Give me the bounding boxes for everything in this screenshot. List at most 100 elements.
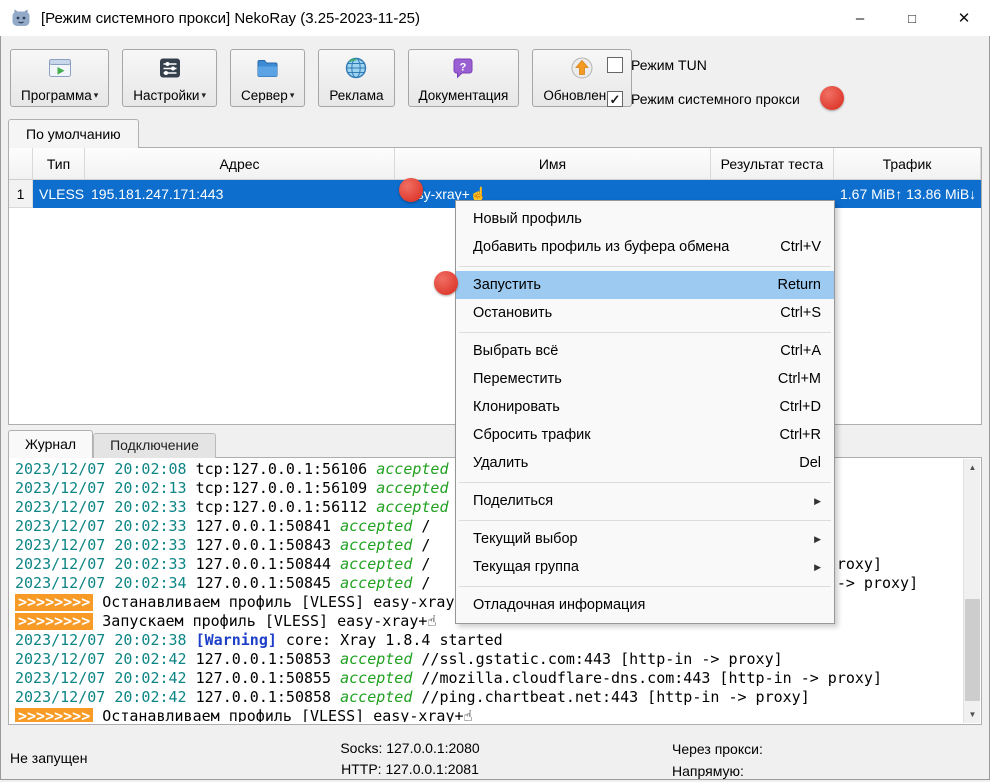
dropdown-arrow-icon: ▾	[290, 90, 295, 103]
log-segment-accepted: accepted	[340, 517, 412, 535]
menu-item-start[interactable]: Запустить Return	[456, 271, 834, 299]
menu-separator	[456, 581, 834, 591]
toolbar-button-docs[interactable]: ? Документация	[408, 49, 520, 107]
checkbox-system-proxy-mode[interactable]: ✓ Режим системного прокси	[607, 91, 800, 107]
log-segment-ts: 2023/12/07 20:02:42	[15, 650, 196, 668]
toolbar-button-server[interactable]: Сервер▾	[230, 49, 305, 107]
menu-item-delete[interactable]: УдалитьDel	[456, 449, 834, 477]
menu-item-label: Запустить	[473, 277, 541, 293]
toolbar-button-labelrow: Реклама	[329, 88, 383, 103]
log-segment-plain: /	[412, 555, 430, 573]
menu-item-label: Поделиться	[473, 493, 553, 509]
maximize-button[interactable]: □	[886, 0, 938, 36]
checkbox-box[interactable]: ✓	[607, 91, 623, 107]
menu-item-label: Сбросить трафик	[473, 427, 591, 443]
menu-shortcut: Ctrl+R	[780, 427, 822, 443]
toolbar-button-program[interactable]: Программа▾	[10, 49, 109, 107]
menu-item-label: Отладочная информация	[473, 597, 645, 613]
log-segment-plain: /	[412, 517, 430, 535]
menu-item-clone[interactable]: Клонировать Ctrl+D	[456, 393, 834, 421]
menu-item-move[interactable]: ПереместитьCtrl+M	[456, 365, 834, 393]
checkbox-box[interactable]	[607, 57, 623, 73]
menu-item-new-profile[interactable]: Новый профиль	[456, 205, 834, 233]
menu-separator	[456, 261, 834, 271]
log-segment-mark: >>>>>>>>	[15, 594, 93, 611]
log-segment-plain: tcp:127.0.0.1:56106	[196, 460, 377, 478]
column-header-name[interactable]: Имя	[395, 148, 711, 180]
toolbar-button-label: Реклама	[329, 88, 383, 103]
menu-shortcut: Ctrl+D	[780, 399, 822, 415]
log-segment-plain: Запускаем профиль [VLESS] easy-xray+☝	[93, 612, 436, 630]
status-via-proxy-label: Через прокси:	[672, 738, 763, 760]
menu-item-label: Удалить	[473, 455, 528, 471]
log-segment-plain: core: Xray 1.8.4 started	[277, 631, 503, 649]
menu-item-reset-traffic[interactable]: Сбросить трафик Ctrl+R	[456, 421, 834, 449]
checkbox-label: Режим системного прокси	[631, 91, 800, 107]
minimize-button[interactable]: –	[834, 0, 886, 36]
menu-shortcut: Ctrl+A	[780, 343, 821, 359]
program-icon	[47, 54, 73, 81]
log-segment-plain: 127.0.0.1:50853	[196, 650, 341, 668]
log-segment-ts: 2023/12/07 20:02:42	[15, 688, 196, 706]
table-header-row: ТипАдресИмяРезультат тестаТрафик	[9, 148, 981, 180]
submenu-arrow-icon: ▶	[814, 562, 821, 573]
menu-shortcut: Ctrl+V	[780, 239, 821, 255]
status-proxy-addresses: Socks: 127.0.0.1:2080 HTTP: 127.0.0.1:20…	[300, 738, 520, 780]
window-controls: – □ ✕	[834, 0, 990, 36]
log-segment-mark: >>>>>>>>	[15, 708, 93, 722]
log-segment-accepted: accepted	[340, 669, 412, 687]
log-line: 2023/12/07 20:02:42 127.0.0.1:50858 acce…	[15, 688, 960, 707]
svg-text:?: ?	[460, 61, 467, 73]
close-button[interactable]: ✕	[938, 0, 990, 36]
checkbox-tun-mode[interactable]: Режим TUN	[607, 57, 800, 73]
menu-item-current-selection[interactable]: Текущий выбор▶	[456, 525, 834, 553]
log-scrollbar[interactable]: ▲ ▼	[963, 459, 980, 723]
log-segment-plain: 127.0.0.1:50843	[196, 536, 341, 554]
log-segment-accepted: accepted	[376, 479, 448, 497]
tab-log[interactable]: Журнал	[8, 430, 93, 458]
log-segment-plain: 127.0.0.1:50845	[196, 574, 341, 592]
log-segment-plain: 127.0.0.1:50844	[196, 555, 341, 573]
menu-item-label: Переместить	[473, 371, 562, 387]
docs-icon: ?	[450, 54, 476, 81]
menu-shortcut: Return	[777, 277, 821, 293]
tab-connection[interactable]: Подключение	[93, 433, 216, 458]
column-header-traffic[interactable]: Трафик	[834, 148, 981, 180]
menu-item-label: Добавить профиль из буфера обмена	[473, 239, 729, 255]
column-header-address[interactable]: Адрес	[85, 148, 395, 180]
title-bar[interactable]: [Режим системного прокси] NekoRay (3.25-…	[0, 0, 990, 36]
menu-item-debug-info[interactable]: Отладочная информация	[456, 591, 834, 619]
menu-item-stop[interactable]: ОстановитьCtrl+S	[456, 299, 834, 327]
log-segment-plain: 127.0.0.1:50841	[196, 517, 341, 535]
menu-item-share[interactable]: Поделиться▶	[456, 487, 834, 515]
log-segment-plain: tcp:127.0.0.1:56112	[196, 498, 377, 516]
annotation-dot-menu-start	[434, 271, 458, 295]
log-segment-ts: 2023/12/07 20:02:42	[15, 669, 196, 687]
context-menu: Новый профиль Добавить профиль из буфера …	[455, 200, 835, 624]
menu-item-label: Текущий выбор	[473, 531, 578, 547]
toolbar-button-settings[interactable]: Настройки▾	[122, 49, 217, 107]
tab-default-group[interactable]: По умолчанию	[8, 119, 139, 148]
log-segment-ts: 2023/12/07 20:02:34	[15, 574, 196, 592]
menu-separator	[456, 515, 834, 525]
menu-item-label: Новый профиль	[473, 211, 582, 227]
menu-item-select-all[interactable]: Выбрать всёCtrl+A	[456, 337, 834, 365]
column-header-type[interactable]: Тип	[33, 148, 85, 180]
log-segment-accepted: accepted	[376, 498, 448, 516]
menu-item-label: Клонировать	[473, 399, 560, 415]
scroll-down-icon[interactable]: ▼	[964, 706, 981, 723]
log-segment-ts: 2023/12/07 20:02:33	[15, 536, 196, 554]
menu-item-add-profile-clipboard[interactable]: Добавить профиль из буфера обмена Ctrl+V	[456, 233, 834, 261]
scroll-up-icon[interactable]: ▲	[964, 459, 981, 476]
log-line: >>>>>>>> Останавливаем профиль [VLESS] e…	[15, 707, 960, 722]
toolbar-button-label: Документация	[419, 88, 509, 103]
settings-icon	[157, 54, 183, 81]
toolbar-button-label: Программа	[21, 88, 92, 103]
column-header-test-result[interactable]: Результат теста	[711, 148, 834, 180]
log-line: 2023/12/07 20:02:38 [Warning] core: Xray…	[15, 631, 960, 650]
status-direct-label: Напрямую:	[672, 760, 763, 782]
menu-item-current-group[interactable]: Текущая группа▶	[456, 553, 834, 581]
log-segment-accepted: accepted	[340, 555, 412, 573]
scrollbar-thumb[interactable]	[965, 599, 980, 701]
toolbar-button-ads[interactable]: Реклама	[318, 49, 394, 107]
